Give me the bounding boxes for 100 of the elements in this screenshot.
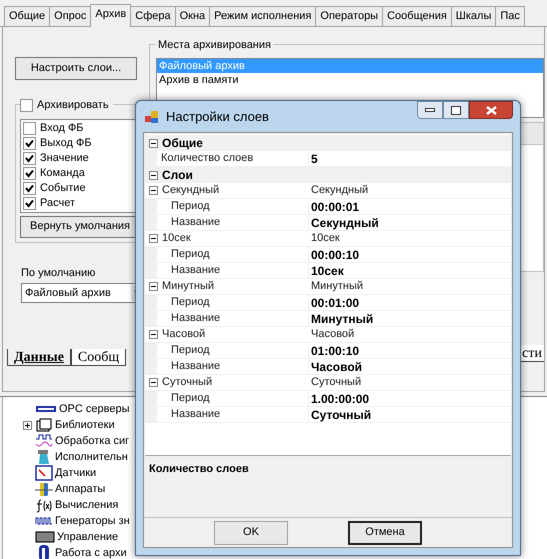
close-button[interactable] xyxy=(469,101,513,119)
property-value[interactable]: 1.00:00:00 xyxy=(309,390,370,408)
list-item[interactable]: Архив в памяти xyxy=(157,72,543,86)
tree-item[interactable]: Датчики xyxy=(55,464,96,482)
panel-icon xyxy=(35,530,55,544)
property-label: Часовой xyxy=(162,327,206,342)
minimize-icon xyxy=(425,108,435,112)
property-value[interactable]: Суточный xyxy=(309,406,372,424)
property-value[interactable]: Минутный xyxy=(309,310,374,328)
property-label: Период xyxy=(171,247,210,262)
category-label: Общие xyxy=(162,135,203,152)
function-icon xyxy=(35,498,53,512)
checkbox-label: Событие xyxy=(40,180,86,196)
property-label: Период xyxy=(171,343,210,358)
property-label: Количество слоев xyxy=(161,151,254,166)
books-icon xyxy=(35,418,53,432)
checkbox-label: Архивировать xyxy=(37,98,109,113)
property-label: Суточный xyxy=(162,375,212,390)
tab[interactable]: Данные xyxy=(7,349,71,366)
tab[interactable]: Архив xyxy=(90,4,132,27)
collapse-icon[interactable] xyxy=(149,234,158,243)
checkbox-label: Вход ФБ xyxy=(40,120,84,136)
property-label: Секундный xyxy=(162,183,220,198)
property-value[interactable]: 10сек xyxy=(309,262,344,280)
property-label: 10сек xyxy=(162,231,191,246)
minimize-button[interactable] xyxy=(417,101,443,119)
property-label: Название xyxy=(171,407,220,422)
setup-layers-button[interactable]: Настроить слои... xyxy=(15,57,137,80)
app-icon xyxy=(144,108,160,124)
gauge-icon xyxy=(35,465,53,481)
tree-item[interactable]: Вычисления xyxy=(55,496,118,514)
property-value[interactable]: 5 xyxy=(309,150,318,168)
collapse-icon[interactable] xyxy=(149,138,158,148)
collapse-icon[interactable] xyxy=(149,378,158,387)
dialog-button[interactable]: Отмена xyxy=(348,520,422,544)
property-value[interactable]: Секундный xyxy=(309,214,379,232)
dropdown-value: Файловый архив xyxy=(25,286,112,301)
property-label: Название xyxy=(171,311,220,326)
field-label: По умолчанию xyxy=(21,266,96,280)
group-title: Места архивирования xyxy=(156,37,273,54)
checkbox-label: Выход ФБ xyxy=(40,136,92,151)
tab[interactable]: Окна xyxy=(174,6,210,26)
property-value[interactable]: 01:00:10 xyxy=(309,342,360,360)
tab[interactable]: Сообщ xyxy=(70,349,126,366)
tab[interactable]: Опрос xyxy=(49,6,92,26)
property-label: Период xyxy=(171,295,210,310)
tree-item[interactable]: Библиотеки xyxy=(55,416,115,434)
maximize-button[interactable] xyxy=(443,101,469,119)
checkbox[interactable] xyxy=(23,196,36,210)
property-label: Период xyxy=(171,199,210,214)
property-label: Период xyxy=(171,391,210,406)
tank-icon xyxy=(35,481,53,497)
checkbox[interactable] xyxy=(23,152,36,164)
property-value: Минутный xyxy=(310,279,364,294)
tree-item[interactable]: OPC серверы xyxy=(59,400,130,418)
checkbox-label: Значение xyxy=(40,150,89,166)
checkbox[interactable] xyxy=(23,136,36,150)
tab[interactable]: Пас xyxy=(495,6,525,26)
checkbox[interactable] xyxy=(23,182,36,194)
tree-item[interactable]: Исполнительн xyxy=(55,448,128,466)
pulse-icon xyxy=(35,515,53,527)
collapse-icon[interactable] xyxy=(149,282,158,291)
tree-item[interactable]: Обработка сиг xyxy=(55,432,130,450)
tab[interactable]: Сфера xyxy=(130,6,176,26)
close-icon xyxy=(486,106,496,114)
collapse-icon[interactable] xyxy=(149,170,158,180)
property-label: Название xyxy=(171,263,220,278)
property-label: Минутный xyxy=(162,279,214,294)
collapse-icon[interactable] xyxy=(149,330,158,339)
maximize-icon xyxy=(451,106,461,114)
property-label: Название xyxy=(171,215,220,230)
tree-item[interactable]: Работа с архи xyxy=(55,544,127,559)
property-label: Название xyxy=(171,359,220,374)
tab[interactable]: Режим исполнения xyxy=(209,6,316,26)
dialog-button[interactable]: OK xyxy=(214,520,288,544)
tab[interactable]: Общие xyxy=(4,6,50,26)
window-title: Настройки слоев xyxy=(166,108,270,126)
checkbox-label: Команда xyxy=(40,166,85,181)
checkbox[interactable] xyxy=(20,98,33,112)
tree-item[interactable]: Генераторы зн xyxy=(55,512,130,530)
property-value: Суточный xyxy=(310,375,362,390)
expand-icon[interactable] xyxy=(22,420,32,430)
property-value: Часовой xyxy=(310,327,354,342)
property-value[interactable]: 00:00:10 xyxy=(309,246,360,264)
property-value: Секундный xyxy=(310,183,368,198)
wave-icon xyxy=(35,434,53,448)
checkbox[interactable] xyxy=(23,166,36,180)
tab[interactable]: Шкалы xyxy=(450,6,496,26)
property-value: 10сек xyxy=(310,231,340,246)
property-value[interactable]: 00:01:00 xyxy=(309,294,360,312)
collapse-icon[interactable] xyxy=(149,186,158,195)
property-value[interactable]: Часовой xyxy=(309,358,362,376)
tree-item[interactable]: Управление xyxy=(57,528,118,546)
tab[interactable]: Сообщения xyxy=(382,6,452,26)
tab[interactable]: Операторы xyxy=(315,6,384,26)
checkbox[interactable] xyxy=(23,122,36,134)
tab[interactable]: сти xyxy=(519,345,544,362)
description-title: Количество слоев xyxy=(149,463,249,475)
tree-item[interactable]: Аппараты xyxy=(55,480,106,498)
property-value[interactable]: 00:00:01 xyxy=(309,198,360,216)
